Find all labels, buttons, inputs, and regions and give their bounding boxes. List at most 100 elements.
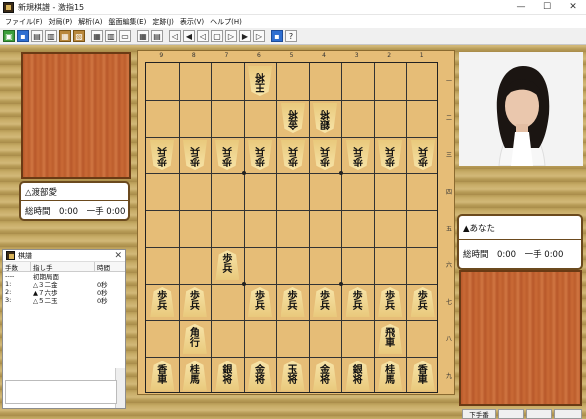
close-button[interactable]: ✕ xyxy=(560,0,586,15)
analysis-icon[interactable]: ▦ xyxy=(59,30,71,42)
sente-player-name: ▲あなた xyxy=(459,216,581,240)
kifu-close-icon[interactable]: ✕ xyxy=(114,251,122,261)
sente-piece[interactable]: 歩兵 xyxy=(247,287,272,318)
kifu-cell-time: 0秒 xyxy=(97,297,108,305)
sente-piece[interactable]: 歩兵 xyxy=(182,287,207,318)
step-forward-10-icon[interactable]: ▶ xyxy=(239,30,251,42)
gote-piece[interactable]: 歩兵 xyxy=(150,140,174,170)
kifu-titlebar: 棋譜 ✕ xyxy=(3,250,125,262)
table-icon[interactable]: ▤ xyxy=(151,30,163,42)
kifu-comment-box[interactable] xyxy=(5,380,117,404)
kifu-row[interactable]: 3: △５二玉 0秒 xyxy=(3,296,125,305)
sente-piece[interactable]: 角行 xyxy=(182,323,207,354)
gote-piece-stand[interactable] xyxy=(21,52,131,179)
kifu-title: 棋譜 xyxy=(18,251,32,260)
gote-player-name: △渡部愛 xyxy=(21,183,128,201)
rank-label: 五 xyxy=(445,225,452,233)
kifu-app-icon xyxy=(6,251,15,260)
gote-piece[interactable]: 歩兵 xyxy=(183,140,207,170)
sente-piece[interactable]: 歩兵 xyxy=(215,250,240,281)
rank-label: 七 xyxy=(445,299,452,307)
kifu-cell-move: △５二玉 xyxy=(33,297,58,305)
flip-icon[interactable]: ▥ xyxy=(105,30,117,42)
menu-board-edit[interactable]: 盤面編集(E) xyxy=(105,17,149,27)
menu-analysis[interactable]: 解析(A) xyxy=(75,17,105,27)
sente-piece[interactable]: 桂馬 xyxy=(182,360,207,391)
open-icon[interactable]: ▣ xyxy=(3,30,15,42)
shogi-board[interactable]: 王将金将銀将歩兵歩兵歩兵歩兵歩兵歩兵歩兵歩兵歩兵歩兵歩兵歩兵歩兵歩兵歩兵歩兵歩兵… xyxy=(137,50,455,395)
grid-line xyxy=(146,210,437,212)
sente-piece[interactable]: 歩兵 xyxy=(345,287,370,318)
grid-line xyxy=(146,173,437,175)
display-icon[interactable]: ▪ xyxy=(271,30,283,42)
sente-piece[interactable]: 金将 xyxy=(313,360,338,391)
sente-piece[interactable]: 銀将 xyxy=(215,360,240,391)
sente-piece[interactable]: 歩兵 xyxy=(150,287,175,318)
menu-joseki[interactable]: 定跡(J) xyxy=(149,17,177,27)
gote-piece[interactable]: 歩兵 xyxy=(346,140,370,170)
bottom-button-2[interactable] xyxy=(526,409,552,419)
save-icon[interactable]: ▪ xyxy=(17,30,29,42)
bottom-button-0[interactable]: 下手番 xyxy=(462,409,496,419)
rank-label: 六 xyxy=(445,262,452,270)
menu-game[interactable]: 対局(P) xyxy=(46,17,76,27)
bottom-button-3[interactable] xyxy=(554,409,582,419)
sente-piece[interactable]: 金将 xyxy=(247,360,272,391)
step-back-icon[interactable]: ◁ xyxy=(197,30,209,42)
board-icon[interactable]: ▦ xyxy=(91,30,103,42)
export-icon[interactable]: ▥ xyxy=(45,30,57,42)
menu-help[interactable]: ヘルプ(H) xyxy=(207,17,245,27)
print-icon[interactable]: ▤ xyxy=(31,30,43,42)
step-back-10-icon[interactable]: ◀ xyxy=(183,30,195,42)
toolbar: ▣ ▪ ▤ ▥ ▦ ▧ ▦ ▥ ▭ ▦ ▤ ◁ ◀ ◁ ▢ ▷ ▶ ▷ ▪ ? xyxy=(0,28,586,45)
board-grid[interactable]: 王将金将銀将歩兵歩兵歩兵歩兵歩兵歩兵歩兵歩兵歩兵歩兵歩兵歩兵歩兵歩兵歩兵歩兵歩兵… xyxy=(145,62,438,393)
rank-label: 一 xyxy=(445,78,452,86)
menu-file[interactable]: ファイル(F) xyxy=(2,17,46,27)
sente-piece[interactable]: 香車 xyxy=(410,360,435,391)
grid-line xyxy=(146,99,437,101)
kifu-cell-num: 1: xyxy=(5,280,12,288)
grid-line xyxy=(406,63,408,392)
grid-line xyxy=(276,63,278,392)
sente-piece[interactable]: 歩兵 xyxy=(280,287,305,318)
gote-piece[interactable]: 歩兵 xyxy=(378,140,402,170)
opponent-photo xyxy=(459,52,583,166)
jump-first-icon[interactable]: ◁ xyxy=(169,30,181,42)
gote-piece[interactable]: 銀将 xyxy=(313,103,337,133)
rank-label: 二 xyxy=(445,115,452,123)
step-forward-icon[interactable]: ▷ xyxy=(225,30,237,42)
help-icon[interactable]: ? xyxy=(285,30,297,42)
minimize-button[interactable]: — xyxy=(508,0,534,15)
gote-piece[interactable]: 王将 xyxy=(248,66,272,96)
gote-piece[interactable]: 歩兵 xyxy=(411,140,435,170)
gote-piece[interactable]: 金将 xyxy=(281,103,305,133)
book-icon[interactable]: ▧ xyxy=(73,30,85,42)
bottom-button-1[interactable] xyxy=(498,409,524,419)
sente-piece[interactable]: 香車 xyxy=(150,360,175,391)
sente-piece[interactable]: 銀将 xyxy=(345,360,370,391)
file-label: 4 xyxy=(322,52,326,59)
sente-piece[interactable]: 歩兵 xyxy=(378,287,403,318)
gote-piece[interactable]: 歩兵 xyxy=(248,140,272,170)
sente-piece-stand[interactable] xyxy=(459,270,582,406)
sente-piece[interactable]: 玉将 xyxy=(280,360,305,391)
jump-last-icon[interactable]: ▷ xyxy=(253,30,265,42)
edit-icon[interactable]: ▦ xyxy=(137,30,149,42)
gote-piece[interactable]: 歩兵 xyxy=(215,140,239,170)
grid-line xyxy=(146,357,437,359)
sente-piece[interactable]: 歩兵 xyxy=(410,287,435,318)
kifu-header-time: 時間 xyxy=(97,264,110,272)
file-label: 5 xyxy=(289,52,294,59)
stop-icon[interactable]: ▢ xyxy=(211,30,223,42)
gote-piece[interactable]: 歩兵 xyxy=(313,140,337,170)
menu-view[interactable]: 表示(V) xyxy=(177,17,207,27)
gote-piece[interactable]: 歩兵 xyxy=(281,140,305,170)
page-icon[interactable]: ▭ xyxy=(119,30,131,42)
maximize-button[interactable]: ☐ xyxy=(534,0,560,15)
sente-piece[interactable]: 桂馬 xyxy=(378,360,403,391)
rank-label: 八 xyxy=(445,335,452,343)
sente-piece[interactable]: 飛車 xyxy=(378,323,403,354)
grid-line xyxy=(146,136,437,138)
grid-line xyxy=(373,63,375,392)
sente-piece[interactable]: 歩兵 xyxy=(313,287,338,318)
